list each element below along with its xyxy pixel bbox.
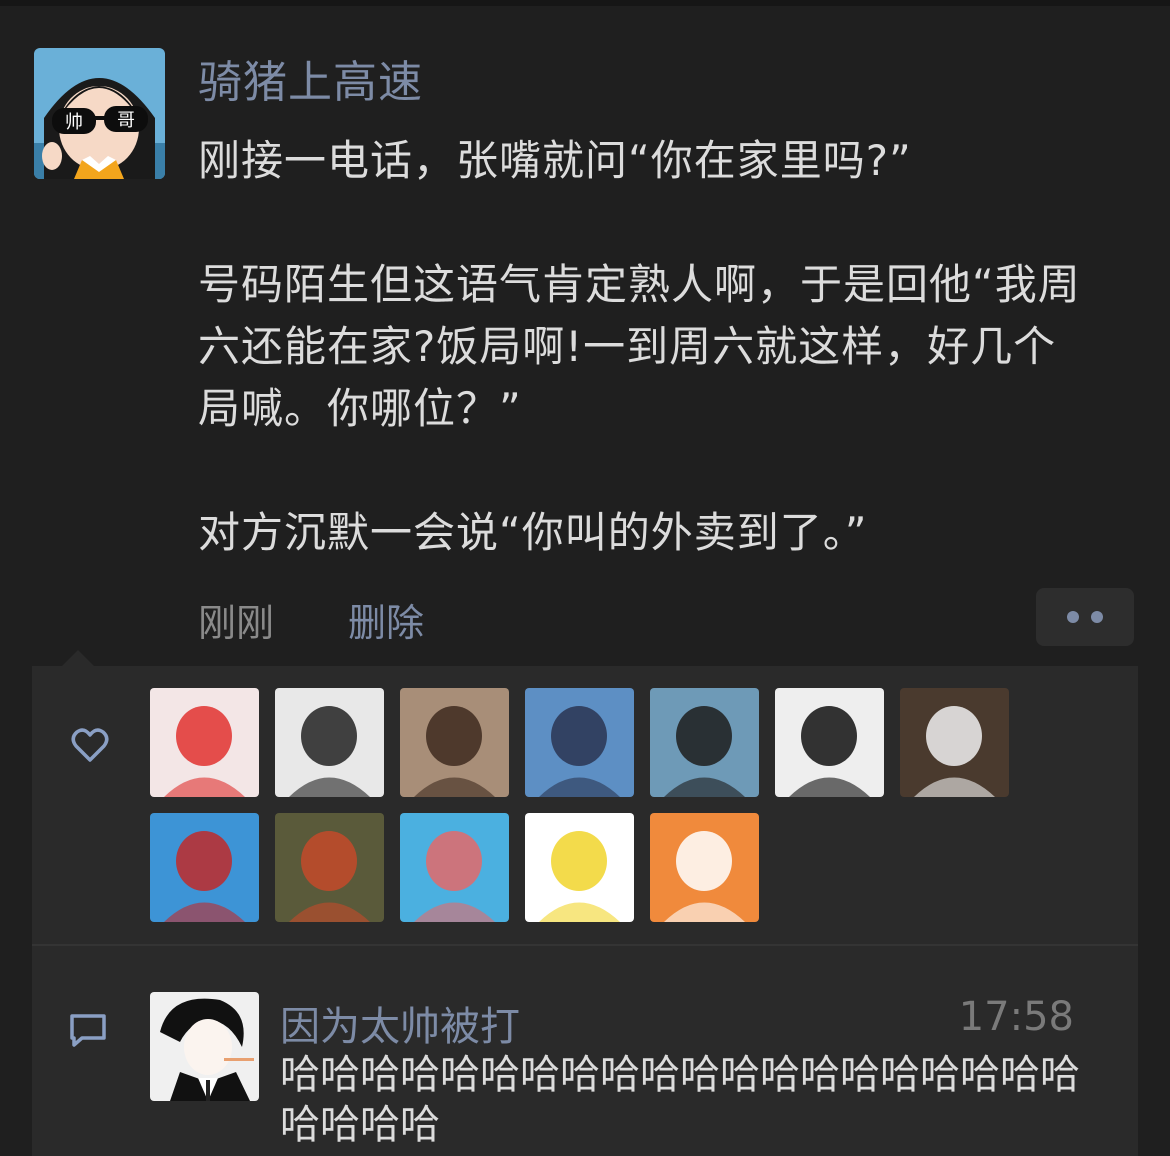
heart-icon [71,728,109,762]
homer-cartoon-icon [525,813,634,922]
liker-avatar-panda-cartoon[interactable] [650,813,759,922]
commenter-avatar[interactable] [150,992,259,1101]
more-dot-icon [1067,611,1079,623]
liker-avatar-grid [150,688,1050,922]
liker-avatar-homer-cartoon[interactable] [525,813,634,922]
comment-author-name[interactable]: 因为太帅被打 [280,994,520,1052]
panda-cartoon-icon [650,813,759,922]
author-avatar[interactable]: 帅 哥 [34,48,165,179]
liker-avatar-maruko-cartoon[interactable] [150,813,259,922]
avatar-badge-left: 帅 [65,112,83,133]
fox-couple-cartoon-icon [275,813,384,922]
avatar-badge-right: 哥 [117,110,135,131]
liker-avatar-batman-cartoon[interactable] [275,688,384,797]
section-divider [32,944,1138,946]
more-options-button[interactable] [1036,588,1134,646]
suit-man-drawing-icon [775,688,884,797]
liker-avatar-suit-man-drawing[interactable] [775,688,884,797]
post-timestamp: 刚刚 [198,601,275,645]
maruko-cartoon-icon [150,813,259,922]
liker-avatar-boy-back-cartoon[interactable] [400,813,509,922]
comment-text: 哈哈哈哈哈哈哈哈哈哈哈哈哈哈哈哈哈哈哈哈哈哈哈哈 [280,1052,1080,1148]
suit-man-avatar-icon [150,992,259,1101]
post-author-name[interactable]: 骑猪上高速 [198,46,423,110]
man-white-shirt-icon [900,688,1009,797]
liker-avatar-red-fox-cartoon[interactable] [150,688,259,797]
liker-avatar-girl-photo[interactable] [400,688,509,797]
comment-icon [70,1014,106,1047]
liker-avatar-conan-cartoon[interactable] [525,688,634,797]
batman-cartoon-icon [275,688,384,797]
liker-avatar-fox-couple-cartoon[interactable] [275,813,384,922]
girl-photo-icon [400,688,509,797]
comment-timestamp: 17:58 [958,994,1074,1040]
more-dot-icon [1091,611,1103,623]
liker-avatar-man-white-shirt[interactable] [900,688,1009,797]
woman-selfie-icon [650,688,759,797]
boy-back-cartoon-icon [400,813,509,922]
liker-avatar-woman-selfie[interactable] [650,688,759,797]
top-status-strip [0,0,1170,6]
red-fox-cartoon-icon [150,688,259,797]
conan-cartoon-icon [525,688,634,797]
panel-pointer [62,650,94,666]
anime-girl-avatar-icon: 帅 哥 [34,48,165,179]
delete-button[interactable]: 删除 [348,592,424,647]
post-body-text: 刚接一电话，张嘴就问“你在家里吗?” 号码陌生但这语气肯定熟人啊，于是回他“我周… [198,136,1081,557]
